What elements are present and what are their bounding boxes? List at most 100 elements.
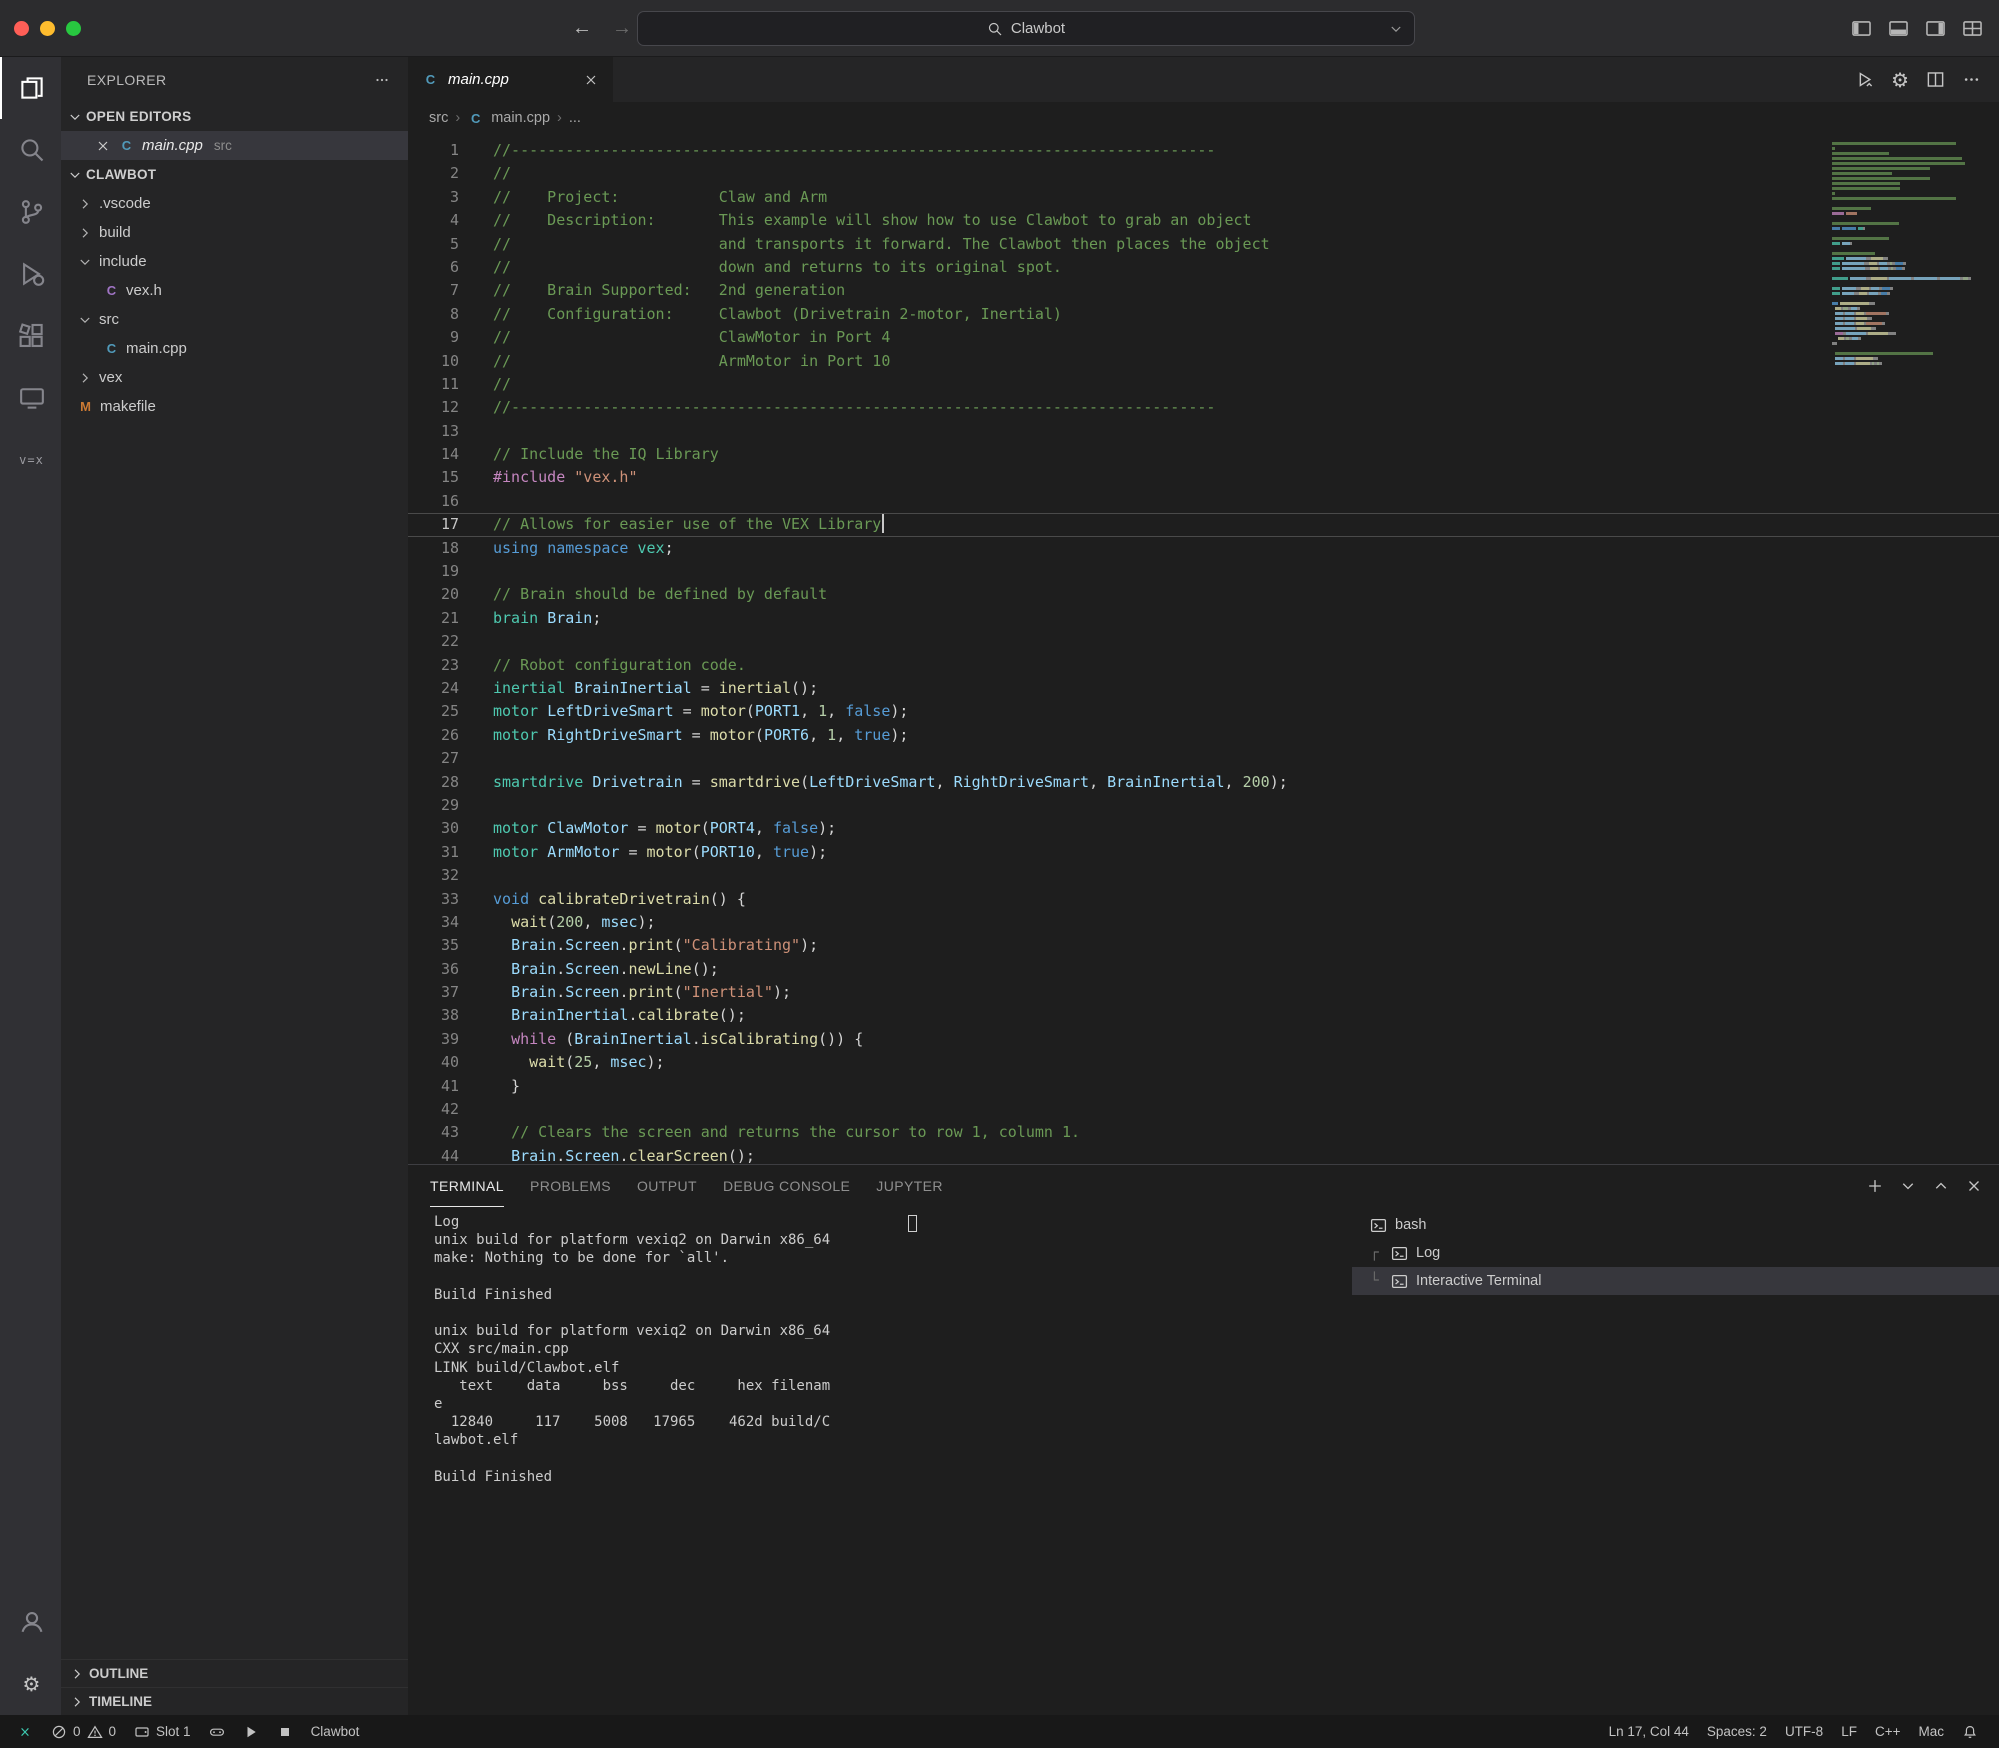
tab-main-cpp[interactable]: C main.cpp [408, 57, 613, 102]
split-editor-icon[interactable] [1926, 70, 1945, 89]
zoom-window-button[interactable] [66, 20, 81, 36]
activity-explorer[interactable] [0, 57, 61, 119]
more-actions-icon[interactable] [374, 72, 390, 88]
code-line-40: 40 wait(25, msec); [408, 1051, 1999, 1074]
panel-tab-debug-console[interactable]: DEBUG CONSOLE [723, 1165, 850, 1207]
activity-settings[interactable]: ⚙ [0, 1653, 61, 1715]
line-number: 30 [440, 819, 459, 838]
close-window-button[interactable] [14, 20, 29, 36]
notifications[interactable] [1953, 1715, 1987, 1748]
open-editor-main.cpp[interactable]: Cmain.cpp src [61, 131, 408, 160]
bell-icon [1962, 1724, 1978, 1740]
vex-run[interactable] [234, 1715, 268, 1748]
terminal-output[interactable]: Log unix build for platform vexiq2 on Dar… [408, 1207, 880, 1715]
language-mode[interactable]: C++ [1866, 1715, 1910, 1748]
activity-remote-explorer[interactable] [0, 367, 61, 429]
tree-item-main-cpp[interactable]: Cmain.cpp [61, 334, 408, 363]
section-label: OUTLINE [89, 1666, 149, 1681]
line-number: 41 [440, 1076, 459, 1095]
chevron-right-icon [69, 1694, 85, 1710]
chevron-down-icon[interactable] [1899, 1177, 1917, 1195]
code-line-20: 20// Brain should be defined by default [408, 583, 1999, 606]
line-number: 37 [440, 983, 459, 1002]
layout-panel-icon[interactable] [1888, 18, 1909, 39]
vex-slot[interactable]: Slot 1 [125, 1715, 200, 1748]
minimize-window-button[interactable] [40, 20, 55, 36]
vex-stop[interactable] [268, 1715, 302, 1748]
panel-tab-output[interactable]: OUTPUT [637, 1165, 697, 1207]
line-number: 12 [440, 398, 459, 417]
terminal-line: unix build for platform vexiq2 on Darwin… [434, 1323, 831, 1340]
interactive-terminal[interactable] [880, 1207, 1352, 1715]
close-editor-icon[interactable] [95, 138, 111, 154]
close-panel-icon[interactable] [1965, 1177, 1983, 1195]
activity-source-control[interactable] [0, 181, 61, 243]
layout-sidebar-right-icon[interactable] [1925, 18, 1946, 39]
gear-icon[interactable]: ⚙ [1891, 70, 1909, 90]
section-outline[interactable]: OUTLINE [61, 1659, 408, 1687]
activity-bar-top: v=x [0, 57, 61, 491]
line-number: 43 [440, 1123, 459, 1142]
forward-button[interactable]: → [612, 17, 632, 40]
cursor-position[interactable]: Ln 17, Col 44 [1600, 1715, 1698, 1748]
line-number: 11 [440, 374, 459, 393]
breadcrumb-item[interactable]: src [429, 110, 448, 126]
section-timeline[interactable]: TIMELINE [61, 1687, 408, 1715]
tree-item-vex[interactable]: vex [61, 363, 408, 392]
code-line-16: 16 [408, 490, 1999, 513]
panel-tab-jupyter[interactable]: JUPYTER [876, 1165, 943, 1207]
problems[interactable]: 00 [42, 1715, 125, 1748]
tree-item-makefile[interactable]: Mmakefile [61, 392, 408, 421]
activity-search[interactable] [0, 119, 61, 181]
panel-tab-problems[interactable]: PROBLEMS [530, 1165, 611, 1207]
terminal-entry-interactive-terminal[interactable]: └ Interactive Terminal [1352, 1267, 1999, 1295]
terminal-line: Log [434, 1214, 460, 1230]
eol[interactable]: LF [1832, 1715, 1866, 1748]
code-line-27: 27 [408, 747, 1999, 770]
breadcrumb-item[interactable]: ... [569, 110, 581, 126]
indentation[interactable]: Spaces: 2 [1698, 1715, 1776, 1748]
maximize-panel-icon[interactable] [1932, 1177, 1950, 1195]
open-editors-header[interactable]: OPEN EDITORS [61, 102, 408, 131]
terminal-entry-log[interactable]: ┌ Log [1352, 1239, 1999, 1267]
more-actions-icon[interactable] [1962, 70, 1981, 89]
tree-item-include[interactable]: include [61, 247, 408, 276]
tree-item-src[interactable]: src [61, 305, 408, 334]
code-line-33: 33 void calibrateDrivetrain() { [408, 888, 1999, 911]
line-number: 38 [440, 1006, 459, 1025]
terminal-entry-bash[interactable]: bash [1352, 1211, 1999, 1239]
line-number: 4 [449, 211, 459, 230]
vex-controller[interactable] [200, 1715, 234, 1748]
tree-item-vex-h[interactable]: Cvex.h [61, 276, 408, 305]
tree-item-vscode[interactable]: .vscode [61, 189, 408, 218]
line-number: 8 [449, 304, 459, 323]
layout-sidebar-left-icon[interactable] [1851, 18, 1872, 39]
platform[interactable]: Mac [1909, 1715, 1953, 1748]
tree-item-build[interactable]: build [61, 218, 408, 247]
layout-customize-icon[interactable] [1962, 18, 1983, 39]
back-button[interactable]: ← [572, 17, 592, 40]
code-editor[interactable]: 1//-------------------------------------… [408, 134, 1999, 1164]
vex-project[interactable]: Clawbot [302, 1715, 369, 1748]
activity-run-and-debug[interactable] [0, 243, 61, 305]
panel-actions [1866, 1177, 1983, 1195]
panel-tab-terminal[interactable]: TERMINAL [430, 1165, 504, 1207]
command-center[interactable]: Clawbot [637, 11, 1415, 46]
encoding[interactable]: UTF-8 [1776, 1715, 1832, 1748]
chevron-down-icon[interactable] [1388, 21, 1404, 37]
activity-accounts[interactable] [0, 1591, 61, 1653]
line-number: 35 [440, 936, 459, 955]
run-file-icon[interactable] [1855, 70, 1874, 89]
line-number: 26 [440, 725, 459, 744]
project-section-header[interactable]: CLAWBOT [61, 160, 408, 189]
panel-tabs: TERMINAL PROBLEMS OUTPUT DEBUG CONSOLE JUPYT… [430, 1165, 969, 1207]
activity-vex[interactable]: v=x [0, 429, 61, 491]
breadcrumb-item[interactable]: main.cpp [491, 110, 550, 126]
new-terminal-icon[interactable] [1866, 1177, 1884, 1195]
terminal-cursor [908, 1215, 917, 1232]
remote-indicator[interactable] [8, 1715, 42, 1748]
vex-project-label: Clawbot [310, 1724, 360, 1739]
close-tab-icon[interactable] [583, 72, 599, 88]
activity-extensions[interactable] [0, 305, 61, 367]
minimap[interactable] [1832, 142, 1984, 367]
